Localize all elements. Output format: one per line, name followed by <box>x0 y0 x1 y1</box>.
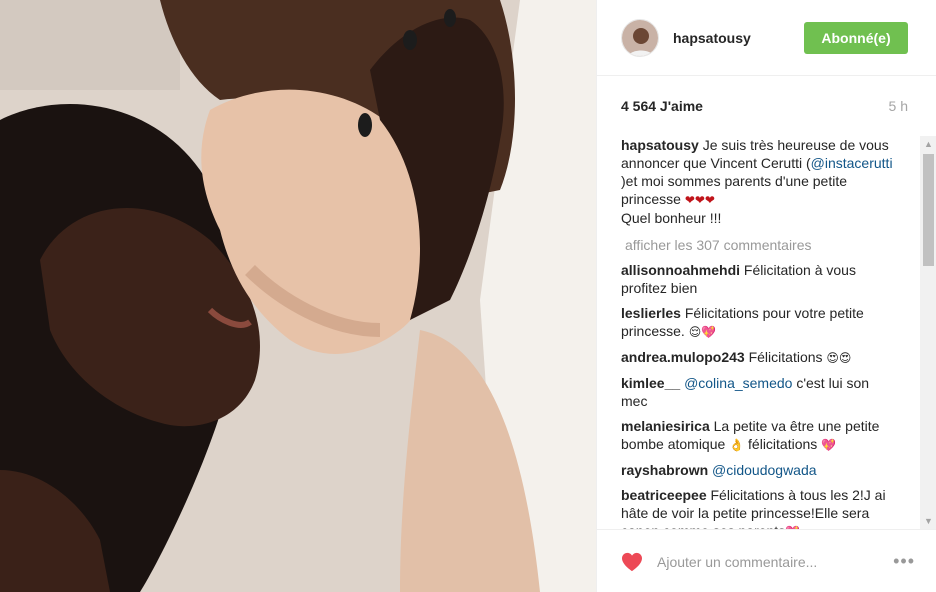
like-heart-icon[interactable] <box>621 552 643 572</box>
comment-item: andrea.mulopo243 Félicitations 😍😍 <box>621 348 897 367</box>
scroll-down-arrow-icon[interactable]: ▼ <box>920 513 936 529</box>
caption-text-3: Quel bonheur !!! <box>621 210 722 226</box>
comment-emoji: 👌 <box>729 438 745 452</box>
more-options-icon[interactable]: ••• <box>893 551 915 572</box>
comment-username[interactable]: kimlee__ <box>621 375 680 391</box>
post-photo-illustration <box>0 0 596 592</box>
comment-item: melaniesirica La petite va être une peti… <box>621 417 897 454</box>
comment-item: kimlee__ @colina_semedo c'est lui son me… <box>621 374 897 410</box>
caption-username[interactable]: hapsatousy <box>621 137 699 153</box>
post-time[interactable]: 5 h <box>889 98 908 114</box>
comment-username[interactable]: allisonnoahmehdi <box>621 262 740 278</box>
comment-username[interactable]: rayshabrown <box>621 462 708 478</box>
caption: hapsatousy Je suis très heureuse de vous… <box>621 136 897 227</box>
post-footer: ••• <box>597 531 936 592</box>
comment-text-2: félicitations <box>744 436 822 452</box>
instagram-post-view: hapsatousy Abonné(e) 4 564 J'aime 5 h ha… <box>0 0 936 592</box>
post-header: hapsatousy Abonné(e) <box>597 0 936 76</box>
scrollbar-thumb[interactable] <box>923 154 934 266</box>
comment-username[interactable]: beatriceepee <box>621 487 707 503</box>
comment-username[interactable]: melaniesirica <box>621 418 710 434</box>
comment-item: beatriceepee Félicitations à tous les 2!… <box>621 486 897 529</box>
comment-mention[interactable]: @colina_semedo <box>684 375 792 391</box>
post-side-panel: hapsatousy Abonné(e) 4 564 J'aime 5 h ha… <box>596 0 936 592</box>
comment-emoji: 💖 <box>785 525 800 529</box>
likes-count[interactable]: 4 564 J'aime <box>621 98 703 114</box>
follow-button[interactable]: Abonné(e) <box>804 21 908 54</box>
comment-emoji: 😌💖 <box>688 325 717 339</box>
comment-emoji: 💖 <box>821 438 837 452</box>
comment-username[interactable]: leslierles <box>621 305 681 321</box>
scroll-up-arrow-icon[interactable]: ▲ <box>920 136 936 153</box>
comment-item: leslierles Félicitations pour votre peti… <box>621 304 897 341</box>
caption-hearts-emoji: ❤❤❤ <box>684 193 715 207</box>
comments-scrollbar[interactable]: ▲ ▼ <box>920 136 936 529</box>
caption-text-2: )et moi sommes parents d'une petite prin… <box>621 173 848 207</box>
post-photo[interactable] <box>0 0 596 592</box>
avatar[interactable] <box>621 18 659 57</box>
header-username[interactable]: hapsatousy <box>673 30 804 46</box>
comment-emoji: 😍😍 <box>826 351 852 365</box>
comments-list[interactable]: hapsatousy Je suis très heureuse de vous… <box>597 136 936 530</box>
comment-text: Félicitations <box>744 349 827 365</box>
comment-username[interactable]: andrea.mulopo243 <box>621 349 745 365</box>
add-comment-input[interactable] <box>657 553 894 570</box>
comment-mention[interactable]: @cidoudogwada <box>712 462 817 478</box>
show-more-comments-link[interactable]: afficher les 307 commentaires <box>625 237 897 253</box>
caption-mention[interactable]: @instacerutti <box>811 155 893 171</box>
avatar-image <box>622 19 658 56</box>
comment-item: rayshabrown @cidoudogwada <box>621 461 897 479</box>
post-stats: 4 564 J'aime 5 h <box>597 76 936 136</box>
comment-item: allisonnoahmehdi Félicitation à vous pro… <box>621 261 897 297</box>
